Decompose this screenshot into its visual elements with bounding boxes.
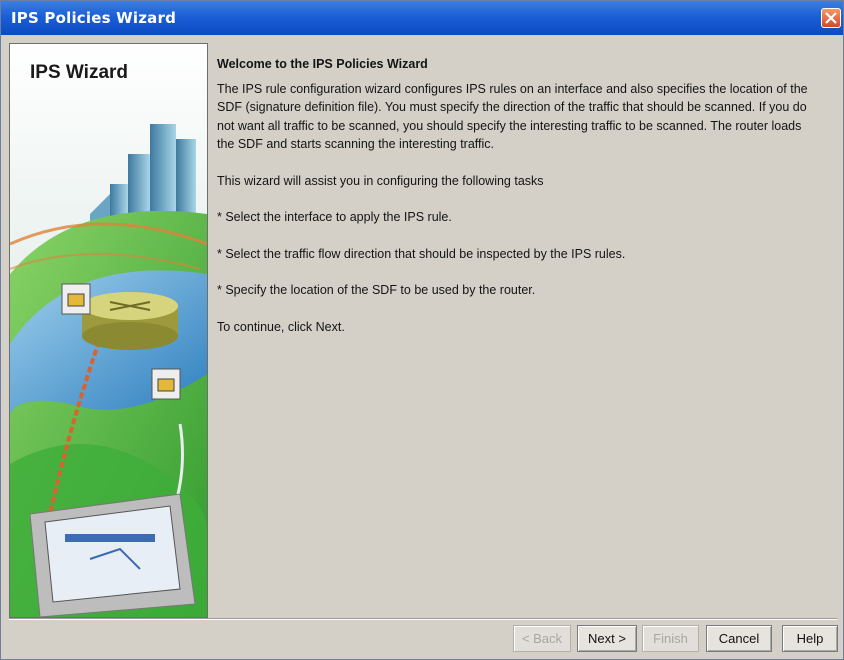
finish-button[interactable]: Finish [642, 625, 699, 652]
sidebar-panel: IPS Wizard [9, 43, 208, 618]
task-item-3: * Specify the location of the SDF to be … [217, 283, 536, 297]
welcome-content: Welcome to the IPS Policies Wizard The I… [217, 55, 817, 336]
wizard-window: IPS Policies Wizard IPS Wizard Welcome t… [0, 0, 844, 660]
wizard-illustration [10, 44, 207, 617]
tasks-intro-text: This wizard will assist you in configuri… [217, 173, 544, 188]
cancel-button[interactable]: Cancel [706, 625, 772, 652]
title-bar[interactable]: IPS Policies Wizard [1, 1, 843, 35]
help-button[interactable]: Help [782, 625, 838, 652]
back-button[interactable]: < Back [513, 625, 571, 652]
welcome-heading: Welcome to the IPS Policies Wizard [217, 57, 428, 71]
footer-separator [9, 618, 837, 620]
next-button[interactable]: Next > [577, 625, 637, 652]
continue-text: To continue, click Next. [217, 319, 345, 334]
sidebar-title: IPS Wizard [30, 62, 129, 83]
window-title: IPS Policies Wizard [11, 9, 177, 27]
close-icon [825, 12, 837, 24]
task-item-2: * Select the traffic flow direction that… [217, 246, 626, 261]
close-button[interactable] [821, 8, 841, 28]
task-item-1: * Select the interface to apply the IPS … [217, 210, 452, 224]
intro-text: The IPS rule configuration wizard config… [217, 81, 808, 152]
